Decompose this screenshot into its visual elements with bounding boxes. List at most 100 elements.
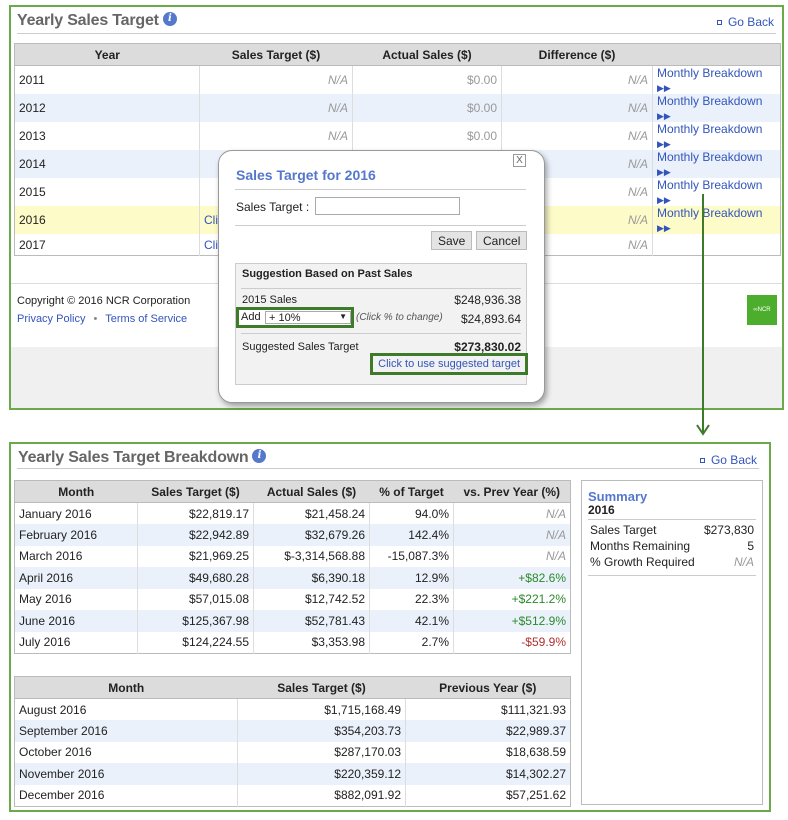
vs-prev-cell: N/A bbox=[453, 524, 571, 546]
monthly-breakdown-link[interactable]: Monthly Breakdown ▶▶ bbox=[652, 65, 781, 94]
month-cell: July 2016 bbox=[19, 635, 71, 649]
target-cell: N/A bbox=[199, 94, 353, 122]
pct-cell: -15,087.3% bbox=[369, 545, 454, 567]
target-cell: $57,015.08 bbox=[137, 588, 254, 610]
pct-cell: 22.3% bbox=[369, 588, 454, 610]
summary-title: Summary bbox=[588, 489, 648, 504]
table-row: August 2016 $1,715,168.49 $111,321.93 bbox=[15, 698, 571, 720]
sales-target-label: Sales Target : bbox=[236, 200, 310, 214]
col-year: Year bbox=[14, 43, 200, 66]
month-cell: March 2016 bbox=[19, 549, 83, 564]
table-row: February 2016 $22,942.89 $32,679.26 142.4% N… bbox=[14, 524, 571, 546]
actual-cell: $52,781.43 bbox=[253, 610, 370, 632]
copyright: Copyright © 2016 NCR Corporation bbox=[17, 295, 191, 307]
difference-cell: N/A bbox=[501, 65, 653, 94]
go-back-link[interactable]: Go Back bbox=[716, 15, 774, 29]
breakdown-title: Yearly Sales Target Breakdown i bbox=[18, 449, 267, 467]
link-label: Monthly Breakdown bbox=[657, 94, 763, 108]
actual-cell: $21,458.24 bbox=[253, 502, 370, 524]
table-row: November 2016 $220,359.12 $14,302.27 bbox=[14, 763, 571, 785]
year-cell: 2016 bbox=[14, 206, 200, 234]
prev-sales-label: 2015 Sales bbox=[242, 294, 298, 306]
prev-cell: $14,302.27 bbox=[405, 763, 571, 785]
square-bullet-icon bbox=[699, 458, 705, 464]
col-prev: Previous Year ($) bbox=[405, 676, 571, 699]
prev-sales-value: $248,936.38 bbox=[454, 293, 521, 307]
table-row: June 2016 $125,367.98 $52,781.43 42.1% +$512… bbox=[14, 610, 571, 632]
table-header: Year Sales Target ($) Actual Sales ($) D… bbox=[14, 43, 781, 66]
go-back-link[interactable]: Go Back bbox=[699, 453, 757, 467]
hint: (Click % to change) bbox=[356, 312, 443, 323]
info-icon[interactable]: i bbox=[162, 12, 177, 26]
vs-prev-cell: +$82.6% bbox=[453, 567, 571, 589]
link-label: Monthly Breakdown bbox=[657, 66, 763, 80]
actual-cell: $0.00 bbox=[352, 122, 502, 150]
summary-item: Sales Target $273,830 bbox=[590, 523, 754, 539]
summary-year: 2016 bbox=[588, 503, 615, 517]
terms-link[interactable]: Terms of Service bbox=[105, 313, 187, 325]
summary-value: N/A bbox=[733, 555, 754, 569]
target-cell: N/A bbox=[199, 65, 353, 94]
vs-prev-cell: N/A bbox=[453, 502, 571, 524]
table-row: December 2016 $882,091.92 $57,251.62 bbox=[15, 784, 571, 806]
difference-cell: N/A bbox=[501, 122, 653, 150]
monthly-breakdown-link bbox=[652, 234, 781, 256]
month-cell: May 2016 bbox=[19, 592, 72, 607]
year-cell: 2013 bbox=[19, 129, 46, 143]
add-label: Add bbox=[241, 311, 261, 323]
table-header: Month Sales Target ($) Actual Sales ($) … bbox=[14, 480, 571, 503]
suggested-value: $273,830.02 bbox=[454, 340, 521, 354]
summary-item: Months Remaining 5 bbox=[590, 539, 754, 555]
month-cell: October 2016 bbox=[19, 745, 92, 760]
ncr-logo: ∞NCR bbox=[747, 295, 777, 325]
col-pct: % of Target bbox=[369, 480, 454, 503]
vs-prev-cell: -$59.9% bbox=[453, 631, 571, 653]
square-bullet-icon bbox=[716, 20, 722, 26]
double-arrow-icon: ▶▶ bbox=[657, 111, 671, 121]
arrow-connector bbox=[696, 194, 710, 436]
separator: • bbox=[93, 313, 98, 325]
actual-cell: $32,679.26 bbox=[253, 524, 370, 546]
difference-cell: N/A bbox=[501, 94, 653, 122]
save-button[interactable]: Save bbox=[431, 231, 473, 250]
month-cell: December 2016 bbox=[19, 788, 105, 802]
privacy-policy-link[interactable]: Privacy Policy bbox=[17, 313, 85, 325]
col-target: Sales Target ($) bbox=[199, 43, 353, 66]
target-cell: $220,359.12 bbox=[237, 763, 406, 785]
prev-cell: $18,638.59 bbox=[405, 741, 571, 763]
table-header: Month Sales Target ($) Previous Year ($) bbox=[14, 676, 571, 699]
double-arrow-icon: ▶▶ bbox=[657, 223, 671, 233]
year-cell: 2014 bbox=[14, 150, 200, 178]
prev-cell: $111,321.93 bbox=[405, 698, 571, 720]
info-icon[interactable]: i bbox=[252, 449, 267, 463]
sales-target-input[interactable] bbox=[315, 197, 460, 215]
monthly-breakdown-link[interactable]: Monthly Breakdown ▶▶ bbox=[652, 150, 781, 178]
summary-value: $273,830 bbox=[703, 523, 754, 537]
vs-prev-cell: +$221.2% bbox=[453, 588, 571, 610]
use-suggested-link[interactable]: Click to use suggested target bbox=[370, 353, 528, 375]
breakdown-panel: Yearly Sales Target Breakdown i Go Back M… bbox=[9, 442, 771, 812]
monthly-breakdown-link[interactable]: Monthly Breakdown ▶▶ bbox=[652, 206, 781, 234]
pct-cell: 94.0% bbox=[369, 502, 454, 524]
add-value: $24,893.64 bbox=[460, 312, 521, 326]
month-cell: February 2016 bbox=[14, 524, 138, 546]
close-icon[interactable]: X bbox=[513, 154, 526, 167]
suggestion-title: Suggestion Based on Past Sales bbox=[242, 268, 413, 280]
monthly-breakdown-link[interactable]: Monthly Breakdown ▶▶ bbox=[652, 94, 781, 122]
target-cell: $1,715,168.49 bbox=[237, 698, 406, 720]
monthly-breakdown-link[interactable]: Monthly Breakdown ▶▶ bbox=[652, 178, 781, 206]
target-cell: $882,091.92 bbox=[237, 784, 406, 806]
dropdown-arrow-icon: ▼ bbox=[339, 312, 347, 321]
pct-cell: 12.9% bbox=[369, 567, 454, 589]
table-row: 2012 N/A $0.00 N/A Monthly Breakdown ▶▶ bbox=[14, 94, 781, 122]
summary-label: Months Remaining bbox=[590, 539, 691, 553]
monthly-breakdown-link[interactable]: Monthly Breakdown ▶▶ bbox=[652, 122, 781, 150]
prev-cell: $57,251.62 bbox=[405, 784, 571, 806]
table-row: May 2016 $57,015.08 $12,742.52 22.3% +$221.2… bbox=[15, 588, 571, 610]
col-target: Sales Target ($) bbox=[237, 676, 406, 699]
year-cell: 2017 bbox=[19, 237, 46, 252]
percent-select[interactable]: + 10% ▼ bbox=[265, 311, 351, 324]
table-row: 2011 N/A $0.00 N/A Monthly Breakdown ▶▶ bbox=[15, 65, 781, 94]
summary-label: Sales Target bbox=[590, 523, 657, 537]
cancel-button[interactable]: Cancel bbox=[476, 231, 528, 250]
